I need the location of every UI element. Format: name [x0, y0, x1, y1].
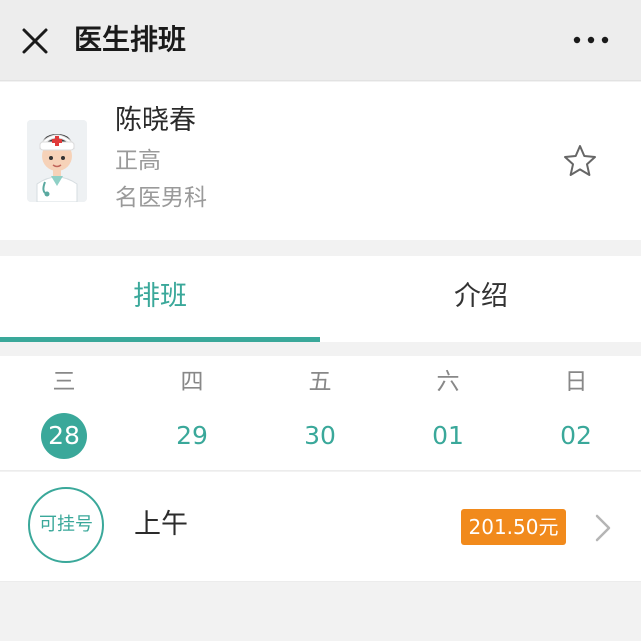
availability-badge: 可挂号 [28, 487, 104, 563]
date-label[interactable]: 01 [425, 413, 471, 459]
weekday-label: 六 [436, 369, 460, 395]
doctor-title: 正高 [115, 148, 161, 174]
day-item[interactable]: 三 28 [0, 356, 128, 471]
date-label[interactable]: 28 [41, 413, 87, 459]
price-badge: 201.50元 [461, 509, 566, 545]
date-label[interactable]: 29 [169, 413, 215, 459]
day-item[interactable]: 日 02 [512, 356, 640, 471]
close-icon [22, 28, 48, 54]
star-icon [564, 145, 596, 176]
weekday-label: 四 [180, 369, 204, 395]
chevron-right-icon[interactable] [591, 512, 615, 544]
more-button[interactable] [566, 22, 616, 58]
date-label[interactable]: 02 [553, 413, 599, 459]
doctor-department: 名医男科 [115, 185, 207, 211]
date-label[interactable]: 30 [297, 413, 343, 459]
favorite-button[interactable] [561, 142, 599, 180]
slot-period: 上午 [134, 509, 188, 540]
doctor-name: 陈晓春 [115, 105, 196, 136]
page-title: 医生排班 [74, 23, 187, 56]
doctor-card: 陈晓春 正高 名医男科 [0, 82, 641, 240]
tab-bar: 排班 介绍 [0, 256, 641, 342]
weekday-label: 三 [52, 369, 76, 395]
tab-schedule[interactable]: 排班 [0, 256, 320, 342]
weekday-label: 五 [308, 369, 332, 395]
schedule-slot-row[interactable]: 可挂号 上午 201.50元 [0, 472, 641, 582]
day-item[interactable]: 六 01 [384, 356, 512, 471]
day-item[interactable]: 四 29 [128, 356, 256, 471]
day-item[interactable]: 五 30 [256, 356, 384, 471]
doctor-avatar-icon [27, 120, 87, 202]
doctor-avatar [27, 120, 87, 202]
tab-introduction[interactable]: 介绍 [321, 256, 641, 342]
weekday-label: 日 [564, 369, 588, 395]
active-tab-indicator [0, 337, 320, 342]
close-button[interactable] [18, 24, 52, 58]
date-selector: 三 28 四 29 五 30 六 01 日 02 [0, 356, 641, 471]
more-icon [573, 36, 609, 44]
top-bar: 医生排班 [0, 0, 641, 81]
